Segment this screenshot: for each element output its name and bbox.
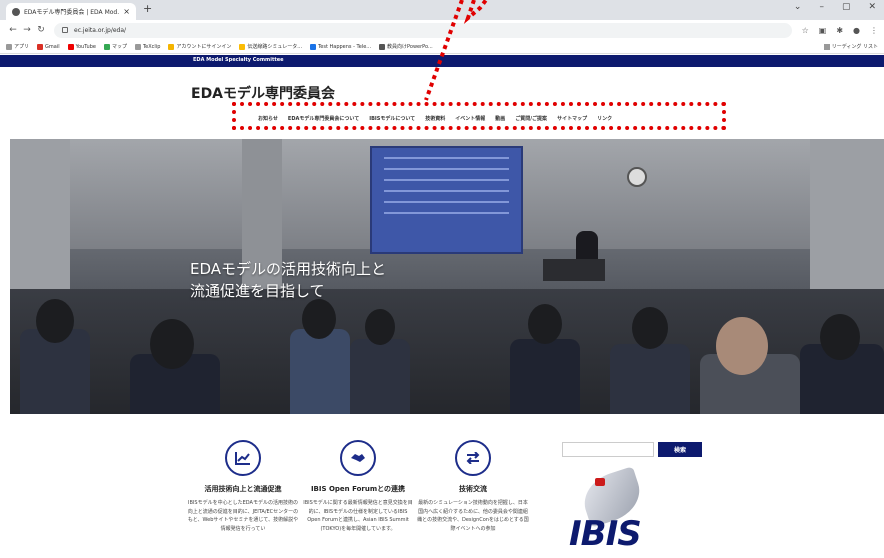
maps-icon xyxy=(103,43,110,50)
close-window-icon[interactable]: ✕ xyxy=(868,2,876,12)
window-controls: ⌄ – ▢ ✕ xyxy=(794,2,876,12)
projector-screen xyxy=(370,146,523,254)
close-tab-icon[interactable]: × xyxy=(123,7,130,16)
hero-image xyxy=(10,139,884,414)
feature-1-title: 活用技術向上と流通促進 xyxy=(204,485,282,493)
microsoft-icon xyxy=(168,43,175,50)
nav-item-videos[interactable]: 動画 xyxy=(495,115,505,122)
nav-item-news[interactable]: お知らせ xyxy=(258,115,278,122)
bookmark-texclip[interactable]: TeXclip xyxy=(134,43,160,50)
top-strip-text: EDA Model Specialty Committee xyxy=(193,57,284,63)
apps-icon xyxy=(6,43,12,50)
simulator-icon xyxy=(239,43,246,50)
new-tab-button[interactable]: + xyxy=(143,2,152,15)
feature-3-title: 技術交流 xyxy=(459,485,487,493)
nav-item-documents[interactable]: 技術資料 xyxy=(425,115,445,122)
bookmark-apps[interactable]: アプリ xyxy=(6,43,29,50)
star-icon[interactable]: ☆ xyxy=(802,26,809,35)
youtube-icon xyxy=(67,43,74,50)
search-form: 検索 xyxy=(562,442,702,457)
bookmark-account[interactable]: アカウントにサインイン xyxy=(168,43,231,50)
bookmark-youtube[interactable]: YouTube xyxy=(67,43,96,50)
lock-icon xyxy=(62,27,68,33)
menu-icon[interactable]: ⋮ xyxy=(870,26,878,35)
powerpoint-icon xyxy=(379,43,386,50)
search-button[interactable]: 検索 xyxy=(658,442,702,457)
maximize-icon[interactable]: ▢ xyxy=(842,2,851,12)
feature-1: 活用技術向上と流通促進 IBISモデルを中心としたEDAモデルの活用技術の向上と… xyxy=(187,440,299,533)
handshake-icon xyxy=(340,440,376,476)
reload-icon[interactable]: ↻ xyxy=(34,25,48,35)
hero-tagline: EDAモデルの活用技術向上と 流通促進を目指して xyxy=(190,258,386,302)
extension-icon[interactable]: ▣ xyxy=(819,26,827,35)
hero-line-1: EDAモデルの活用技術向上と xyxy=(190,260,387,278)
annotation-arrow xyxy=(424,0,488,101)
back-icon[interactable]: ← xyxy=(6,25,20,35)
clock-icon xyxy=(627,167,647,187)
nav-item-links[interactable]: リンク xyxy=(597,115,612,122)
exchange-icon xyxy=(455,440,491,476)
ibis-logo-text: IBIS xyxy=(569,514,642,554)
texclip-icon xyxy=(134,43,141,50)
feature-3: 技術交流 最新のシミュレーション技術動向を把握し、日本国内へ広く紹介するために、… xyxy=(417,440,529,533)
feature-2-title: IBIS Open Forumとの連携 xyxy=(310,485,406,493)
nav-item-questions[interactable]: ご質問/ご提案 xyxy=(515,115,547,122)
site-title[interactable]: EDAモデル専門委員会 xyxy=(191,83,335,103)
chart-icon xyxy=(225,440,261,476)
nav-item-about-ibis[interactable]: IBISモデルについて xyxy=(369,115,415,122)
bookmark-gmail[interactable]: Gmail xyxy=(37,43,60,50)
bookmark-maps[interactable]: マップ xyxy=(103,43,127,50)
puzzle-icon[interactable]: ✱ xyxy=(836,26,843,35)
tab-title: EDAモデル専門委員会 | EDA Mod... xyxy=(24,9,120,16)
hero-line-2: 流通促進を目指して xyxy=(190,282,325,300)
feature-1-text: IBISモデルを中心としたEDAモデルの活用技術の向上と流通の促進を目的に、JE… xyxy=(187,500,299,532)
extension-icons: ☆ ▣ ✱ ● ⋮ xyxy=(802,26,878,35)
gmail-icon xyxy=(37,43,44,50)
chevron-down-icon[interactable]: ⌄ xyxy=(794,2,802,12)
url-text: ec.jeita.or.jp/eda/ xyxy=(74,26,127,34)
ibis-logo[interactable]: IBIS xyxy=(565,466,655,558)
bookmark-simulator[interactable]: 伝送線路シミュレータ... xyxy=(239,43,302,50)
reading-list[interactable]: リーディング リスト xyxy=(823,43,878,50)
forward-icon[interactable]: → xyxy=(20,25,34,35)
browser-tab[interactable]: EDAモデル専門委員会 | EDA Mod... × xyxy=(6,3,136,20)
favicon-icon xyxy=(12,7,20,16)
reading-list-icon xyxy=(823,43,830,50)
search-input[interactable] xyxy=(562,442,654,457)
nav-item-about-committee[interactable]: EDAモデル専門委員会について xyxy=(288,115,359,122)
bookmark-test-happens[interactable]: Test Happens - Tele... xyxy=(310,43,371,50)
minimize-icon[interactable]: – xyxy=(819,2,824,12)
feature-2-text: IBISモデルに関する最新情報発信と意見交換を目的に、IBISモデルの仕様を制定… xyxy=(303,500,413,532)
main-nav: お知らせ EDAモデル専門委員会について IBISモデルについて 技術資料 イベ… xyxy=(258,115,612,122)
nav-item-events[interactable]: イベント情報 xyxy=(455,115,485,122)
feature-2: IBIS Open Forumとの連携 IBISモデルに関する最新情報発信と意見… xyxy=(302,440,414,533)
test-happens-icon xyxy=(310,43,317,50)
profile-icon[interactable]: ● xyxy=(853,26,860,35)
nav-item-sitemap[interactable]: サイトマップ xyxy=(557,115,587,122)
feature-3-text: 最新のシミュレーション技術動向を把握し、日本国内へ広く紹介するために、他の委員会… xyxy=(417,500,529,532)
